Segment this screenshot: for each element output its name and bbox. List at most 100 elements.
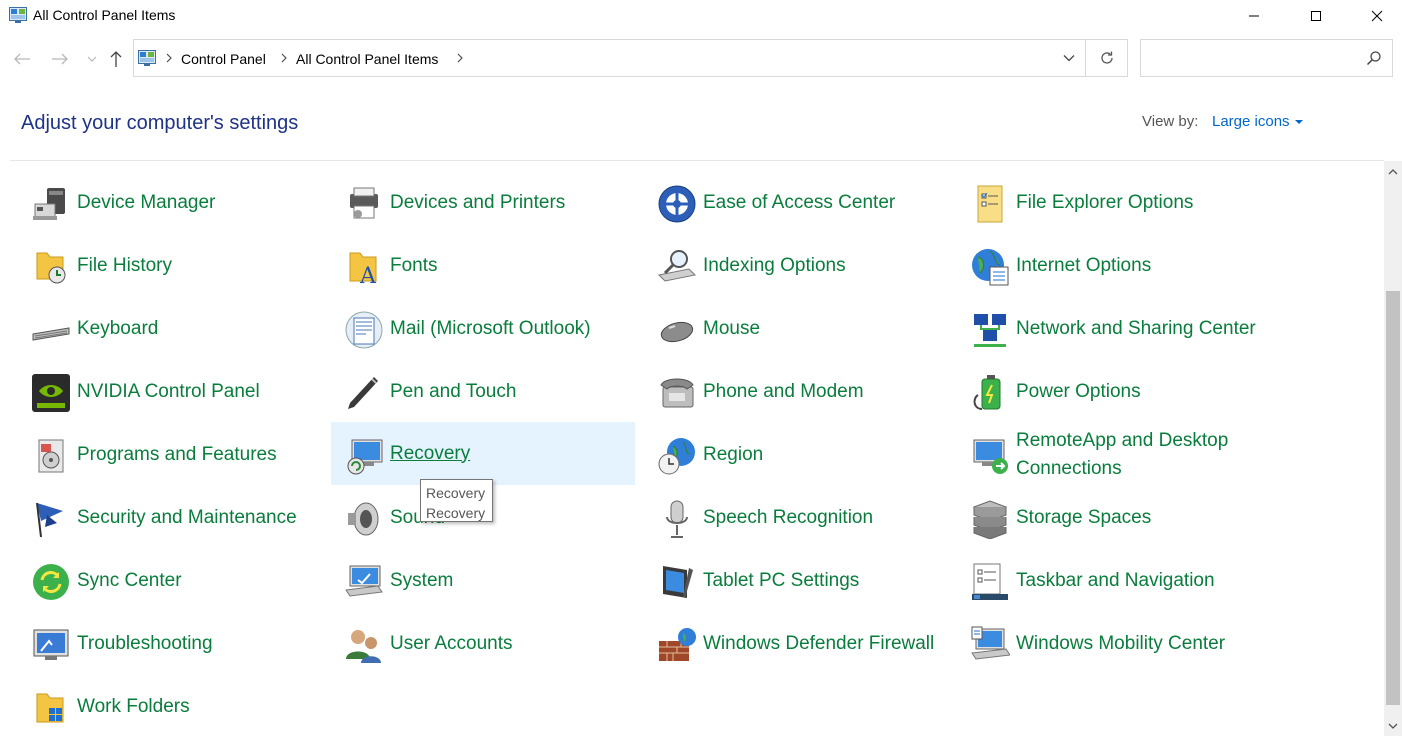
- cp-item-troubleshooting[interactable]: Troubleshooting: [21, 612, 325, 675]
- cp-item-fonts[interactable]: A Fonts: [334, 234, 638, 297]
- scroll-down-button[interactable]: [1384, 716, 1402, 736]
- cp-item-remoteapp[interactable]: RemoteApp and Desktop Connections: [960, 423, 1264, 486]
- item-label[interactable]: Troubleshooting: [77, 612, 321, 675]
- item-label[interactable]: RemoteApp and Desktop Connections: [1016, 423, 1260, 486]
- item-label[interactable]: Region: [703, 423, 947, 486]
- minimize-button[interactable]: [1231, 0, 1277, 31]
- cp-item-work-folders[interactable]: Work Folders: [21, 675, 325, 736]
- item-label[interactable]: Speech Recognition: [703, 486, 947, 549]
- forward-button[interactable]: [48, 46, 72, 72]
- item-label[interactable]: Recovery: [390, 422, 634, 485]
- view-by-value[interactable]: Large icons: [1212, 113, 1290, 130]
- item-label[interactable]: Keyboard: [77, 297, 321, 360]
- user-accounts-icon: [346, 630, 381, 663]
- cp-item-storage-spaces[interactable]: Storage Spaces: [960, 486, 1264, 549]
- chevron-down-icon: [1388, 723, 1398, 729]
- cp-item-taskbar-navigation[interactable]: Taskbar and Navigation: [960, 549, 1264, 612]
- cp-item-tablet-pc[interactable]: Tablet PC Settings: [647, 549, 951, 612]
- cp-item-nvidia[interactable]: NVIDIA Control Panel: [21, 360, 325, 423]
- sync-center-icon: [33, 564, 69, 600]
- chevron-right-icon[interactable]: [280, 53, 288, 63]
- cp-item-power-options[interactable]: Power Options: [960, 360, 1264, 423]
- cp-item-sync-center[interactable]: Sync Center: [21, 549, 325, 612]
- ease-of-access-icon: [658, 185, 696, 223]
- cp-item-phone-modem[interactable]: Phone and Modem: [647, 360, 951, 423]
- item-label[interactable]: Windows Defender Firewall: [703, 612, 947, 675]
- cp-item-security-maintenance[interactable]: Security and Maintenance: [21, 486, 325, 549]
- item-label[interactable]: Windows Mobility Center: [1016, 612, 1260, 675]
- item-label[interactable]: Sync Center: [77, 549, 321, 612]
- item-label[interactable]: Indexing Options: [703, 234, 947, 297]
- item-label[interactable]: Power Options: [1016, 360, 1260, 423]
- address-dropdown-button[interactable]: [1054, 40, 1084, 76]
- up-button[interactable]: [104, 46, 128, 72]
- breadcrumb-all-items[interactable]: All Control Panel Items: [296, 51, 438, 67]
- item-label[interactable]: System: [390, 549, 634, 612]
- item-label[interactable]: Tablet PC Settings: [703, 549, 947, 612]
- item-label[interactable]: Programs and Features: [77, 423, 321, 486]
- item-label[interactable]: File Explorer Options: [1016, 171, 1260, 234]
- arrow-up-icon: [110, 51, 122, 67]
- cp-item-recovery[interactable]: Recovery: [331, 422, 635, 485]
- item-label[interactable]: Device Manager: [77, 171, 321, 234]
- taskbar-navigation-icon: [972, 563, 1008, 600]
- cp-item-file-explorer-options[interactable]: File Explorer Options: [960, 171, 1264, 234]
- search-box[interactable]: [1140, 39, 1393, 77]
- item-label[interactable]: Ease of Access Center: [703, 171, 947, 234]
- recent-locations-button[interactable]: [84, 46, 100, 72]
- address-bar[interactable]: Control Panel All Control Panel Items: [133, 39, 1128, 77]
- cp-item-system[interactable]: System: [334, 549, 638, 612]
- cp-item-mobility-center[interactable]: Windows Mobility Center: [960, 612, 1264, 675]
- tooltip: Recovery Recovery: [420, 479, 493, 522]
- item-label[interactable]: Phone and Modem: [703, 360, 947, 423]
- item-label[interactable]: Storage Spaces: [1016, 486, 1260, 549]
- cp-item-devices-printers[interactable]: Devices and Printers: [334, 171, 638, 234]
- scroll-thumb[interactable]: [1386, 291, 1400, 705]
- cp-item-device-manager[interactable]: Device Manager: [21, 171, 325, 234]
- search-icon[interactable]: [1366, 50, 1382, 66]
- breadcrumb-control-panel[interactable]: Control Panel: [181, 51, 266, 67]
- chevron-right-icon[interactable]: [165, 53, 173, 63]
- cp-item-mail[interactable]: Mail (Microsoft Outlook): [334, 297, 638, 360]
- item-label[interactable]: Fonts: [390, 234, 634, 297]
- close-button[interactable]: [1354, 0, 1400, 31]
- cp-item-indexing-options[interactable]: Indexing Options: [647, 234, 951, 297]
- chevron-right-icon[interactable]: [456, 53, 464, 63]
- cp-item-firewall[interactable]: Windows Defender Firewall: [647, 612, 951, 675]
- cp-item-programs-features[interactable]: Programs and Features: [21, 423, 325, 486]
- refresh-button[interactable]: [1086, 40, 1127, 76]
- nvidia-icon: [32, 374, 70, 412]
- file-history-icon: [36, 252, 66, 284]
- cp-item-ease-of-access[interactable]: Ease of Access Center: [647, 171, 951, 234]
- cp-item-file-history[interactable]: File History: [21, 234, 325, 297]
- cp-item-region[interactable]: Region: [647, 423, 951, 486]
- tooltip-title: Recovery: [426, 485, 486, 501]
- maximize-button[interactable]: [1293, 0, 1339, 31]
- item-label[interactable]: User Accounts: [390, 612, 634, 675]
- item-label[interactable]: Mouse: [703, 297, 947, 360]
- cp-item-keyboard[interactable]: Keyboard: [21, 297, 325, 360]
- item-label[interactable]: Taskbar and Navigation: [1016, 549, 1260, 612]
- cp-item-internet-options[interactable]: Internet Options: [960, 234, 1264, 297]
- item-label[interactable]: Devices and Printers: [390, 171, 634, 234]
- item-label[interactable]: Network and Sharing Center: [1016, 297, 1260, 360]
- scroll-up-button[interactable]: [1384, 161, 1402, 181]
- search-input[interactable]: [1147, 48, 1357, 68]
- cp-item-user-accounts[interactable]: User Accounts: [334, 612, 638, 675]
- vertical-scrollbar[interactable]: [1384, 161, 1402, 736]
- cp-item-speech-recognition[interactable]: Speech Recognition: [647, 486, 951, 549]
- view-by-dropdown[interactable]: Large icons: [1212, 113, 1303, 130]
- phone-modem-icon: [660, 378, 694, 408]
- back-button[interactable]: [10, 46, 34, 72]
- chevron-down-icon: [1063, 55, 1075, 62]
- item-label[interactable]: Pen and Touch: [390, 360, 634, 423]
- cp-item-network-sharing[interactable]: Network and Sharing Center: [960, 297, 1264, 360]
- cp-item-mouse[interactable]: Mouse: [647, 297, 951, 360]
- item-label[interactable]: Internet Options: [1016, 234, 1260, 297]
- item-label[interactable]: Mail (Microsoft Outlook): [390, 297, 634, 360]
- item-label[interactable]: Work Folders: [77, 675, 321, 736]
- item-label[interactable]: Security and Maintenance: [77, 486, 321, 549]
- item-label[interactable]: NVIDIA Control Panel: [77, 360, 321, 423]
- item-label[interactable]: File History: [77, 234, 321, 297]
- cp-item-pen-touch[interactable]: Pen and Touch: [334, 360, 638, 423]
